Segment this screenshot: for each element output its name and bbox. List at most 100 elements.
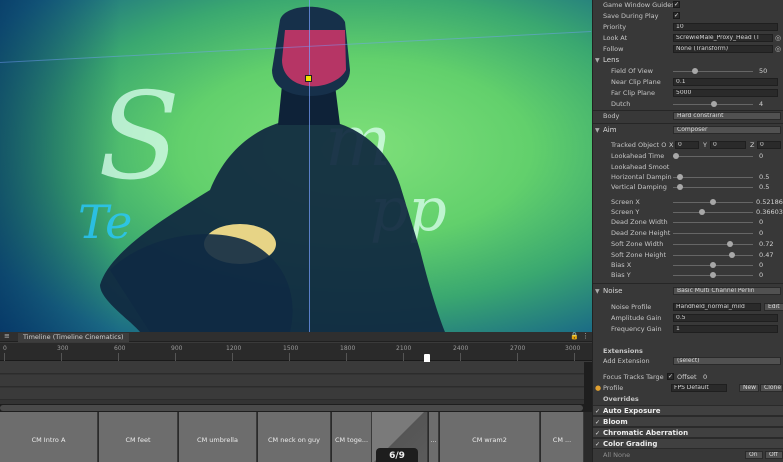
- object-picker-icon[interactable]: ◎: [775, 33, 781, 43]
- off-button[interactable]: Off: [765, 451, 783, 459]
- far-clip-field[interactable]: 5000: [673, 89, 778, 97]
- timeline-menu-icon[interactable]: ≡: [4, 332, 10, 340]
- frequency-gain-field[interactable]: 1: [673, 325, 778, 333]
- lens-label: Lens: [603, 56, 620, 64]
- timeline-clip[interactable]: CM feet: [99, 412, 178, 462]
- focus-offset-value[interactable]: 0: [703, 372, 707, 382]
- timeline-clip[interactable]: ...: [429, 412, 439, 462]
- soft-zone-height-value[interactable]: 0.47: [759, 250, 773, 260]
- lookahead-time-value[interactable]: 0: [759, 151, 763, 161]
- object-picker-icon[interactable]: ◎: [775, 44, 781, 54]
- ruler-tick-label: 300: [57, 345, 69, 352]
- fov-slider-knob[interactable]: [692, 68, 698, 74]
- profile-clone-button[interactable]: Clone: [760, 384, 783, 392]
- vertical-damping-slider-knob[interactable]: [677, 184, 683, 190]
- override-chromatic-aberration[interactable]: ✓ Chromatic Aberration: [593, 427, 783, 438]
- soft-zone-width-slider-track[interactable]: [673, 244, 753, 245]
- override-auto-exposure[interactable]: ✓ Auto Exposure: [593, 405, 783, 416]
- amplitude-gain-field[interactable]: 0.5: [673, 314, 778, 322]
- save-during-play-checkbox[interactable]: ✓: [673, 12, 680, 19]
- screen-y-slider-track[interactable]: [673, 212, 753, 213]
- screen-x-value[interactable]: 0.52186: [756, 197, 783, 207]
- focus-tracks-checkbox[interactable]: ✓: [667, 373, 674, 380]
- label: Field Of View: [611, 67, 653, 75]
- soft-zone-height-slider-knob[interactable]: [729, 252, 735, 258]
- timeline-clip[interactable]: CM Intro A: [0, 412, 98, 462]
- look-at-field[interactable]: ScrewieMale_Proxy_Head (T: [673, 34, 773, 42]
- noise-profile-field[interactable]: Handheld_normal_mild: [673, 303, 761, 311]
- dead-zone-height-value[interactable]: 0: [759, 228, 763, 238]
- horizontal-damping-slider-track[interactable]: [673, 177, 753, 178]
- bias-x-slider-knob[interactable]: [710, 262, 716, 268]
- look-at-target-marker[interactable]: [305, 75, 312, 82]
- game-view[interactable]: S m pp Te: [0, 0, 592, 332]
- extensions-heading: Extensions: [603, 347, 643, 355]
- soft-zone-width-value[interactable]: 0.72: [759, 239, 773, 249]
- tracked-offset-y-field[interactable]: 0: [710, 141, 746, 149]
- clip-counter-badge: 6/9: [376, 448, 418, 462]
- row-soft-zone-height: Soft Zone Height 0.47: [593, 250, 783, 260]
- ruler-tick-label: 2400: [453, 345, 469, 352]
- horizontal-damping-value[interactable]: 0.5: [759, 172, 769, 182]
- timeline-ruler[interactable]: 0 300 600 900 1200 1500 1800 2100 2400 2…: [0, 343, 592, 361]
- label: Profile: [603, 384, 624, 392]
- bias-y-value[interactable]: 0: [759, 270, 763, 280]
- horizontal-damping-slider-knob[interactable]: [677, 174, 683, 180]
- dead-zone-width-slider-track[interactable]: [673, 222, 753, 223]
- fov-value[interactable]: 50: [759, 66, 767, 76]
- body-dropdown[interactable]: Hard constraint: [673, 112, 781, 120]
- override-check-icon[interactable]: ✓: [595, 439, 600, 450]
- dutch-value[interactable]: 4: [759, 99, 763, 109]
- tracked-offset-z-field[interactable]: 0: [757, 141, 781, 149]
- row-tracked-offset: Tracked Object O X 0 Y 0 Z 0: [593, 140, 783, 150]
- dutch-slider-knob[interactable]: [711, 101, 717, 107]
- override-bloom[interactable]: ✓ Bloom: [593, 416, 783, 427]
- on-button[interactable]: On: [745, 451, 763, 459]
- tracked-offset-x-field[interactable]: 0: [675, 141, 699, 149]
- timeline-clip[interactable]: CM neck on guy: [258, 412, 331, 462]
- aim-dropdown[interactable]: Composer: [673, 126, 781, 134]
- screen-x-slider-knob[interactable]: [710, 199, 716, 205]
- vertical-damping-value[interactable]: 0.5: [759, 182, 769, 192]
- dead-zone-width-value[interactable]: 0: [759, 217, 763, 227]
- lookahead-time-slider-track[interactable]: [673, 156, 753, 157]
- timeline-clip[interactable]: CM toge...: [332, 412, 372, 462]
- near-clip-field[interactable]: 0.1: [673, 78, 778, 86]
- override-label: Color Grading: [603, 440, 658, 448]
- vertical-damping-slider-track[interactable]: [673, 187, 753, 188]
- timeline-horizontal-scrollbar[interactable]: [0, 404, 585, 412]
- bias-x-value[interactable]: 0: [759, 260, 763, 270]
- noise-dropdown[interactable]: Basic Multi Channel Perlin: [673, 287, 781, 295]
- timeline-clip[interactable]: CM ...: [541, 412, 584, 462]
- noise-foldout[interactable]: ▼ Noise Basic Multi Channel Perlin: [593, 286, 783, 297]
- soft-zone-width-slider-knob[interactable]: [727, 241, 733, 247]
- scrollbar-thumb[interactable]: [0, 405, 583, 411]
- profile-new-button[interactable]: New: [739, 384, 759, 392]
- dead-zone-height-slider-track[interactable]: [673, 233, 753, 234]
- bias-y-slider-knob[interactable]: [710, 272, 716, 278]
- profile-field[interactable]: FPS Default: [671, 384, 727, 392]
- timeline-clip[interactable]: CM wram2: [440, 412, 540, 462]
- add-extension-dropdown[interactable]: (select): [673, 357, 781, 365]
- row-add-extension: Add Extension (select): [593, 356, 783, 366]
- timeline-clip[interactable]: CM umbrella: [179, 412, 257, 462]
- override-color-grading[interactable]: ✓ Color Grading: [593, 438, 783, 449]
- noise-profile-edit-button[interactable]: Edit: [764, 303, 783, 311]
- lock-icon[interactable]: 🔒: [570, 332, 579, 340]
- lookahead-time-slider-knob[interactable]: [673, 153, 679, 159]
- screen-y-value[interactable]: 0.36603: [756, 207, 783, 217]
- ruler-tick-label: 900: [171, 345, 183, 352]
- priority-field[interactable]: 10: [673, 23, 778, 31]
- screen-y-slider-knob[interactable]: [699, 209, 705, 215]
- fov-slider-track[interactable]: [673, 71, 753, 72]
- follow-field[interactable]: None (Transform): [673, 45, 773, 53]
- lens-foldout[interactable]: ▼ Lens: [593, 55, 783, 66]
- tab-timeline[interactable]: Timeline (Timeline Cinematics): [18, 333, 129, 342]
- soft-zone-height-slider-track[interactable]: [673, 255, 753, 256]
- game-window-guides-checkbox[interactable]: ✓: [673, 1, 680, 8]
- face-highlight: [282, 30, 346, 87]
- all-none-toggle[interactable]: All None: [603, 450, 630, 460]
- label: Dead Zone Height: [611, 229, 671, 237]
- window-menu-icon[interactable]: ⋮: [582, 332, 589, 340]
- aim-foldout[interactable]: ▼ Aim Composer: [593, 125, 783, 136]
